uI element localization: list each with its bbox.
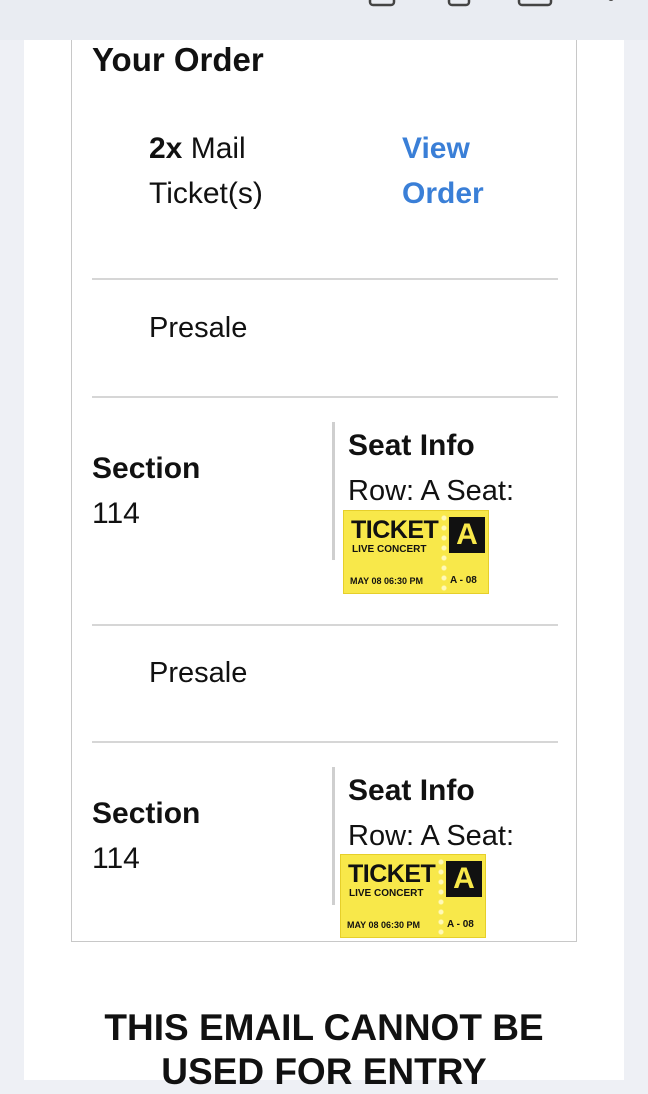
ticket-image: TICKET LIVE CONCERT A MAY 08 06:30 PM A … xyxy=(343,510,489,594)
divider xyxy=(92,741,558,743)
archive-icon[interactable] xyxy=(368,0,396,8)
section-value: 114 xyxy=(92,497,140,530)
seat-row-text: Row: A Seat: xyxy=(348,475,515,507)
seat-info-title: Seat Info xyxy=(348,429,475,462)
entry-notice-line-2: USED FOR ENTRY xyxy=(161,1051,487,1092)
app-top-bar xyxy=(0,0,648,40)
view-order-link[interactable]: View Order xyxy=(402,126,512,216)
price-type-label: Presale xyxy=(149,657,248,689)
section-label: Section xyxy=(92,797,201,830)
ticket-seat-code: A - 08 xyxy=(447,919,474,930)
delete-icon[interactable] xyxy=(446,0,472,8)
entry-notice: THIS EMAIL CANNOT BE USED FOR ENTRY xyxy=(0,1006,648,1094)
divider xyxy=(92,278,558,280)
ticket-word: TICKET xyxy=(351,516,439,544)
ticket-letter: A xyxy=(446,861,482,897)
back-arrow-icon[interactable] xyxy=(30,0,50,8)
column-divider xyxy=(332,767,335,905)
section-value: 114 xyxy=(92,842,140,875)
ticket-date: MAY 08 06:30 PM xyxy=(347,920,421,930)
ticket-subtitle: LIVE CONCERT xyxy=(352,544,427,555)
ticket-perforation xyxy=(441,513,447,593)
quantity-count: 2x xyxy=(149,132,183,165)
order-title: Your Order xyxy=(92,41,264,78)
mail-icon[interactable] xyxy=(517,0,553,8)
divider xyxy=(92,396,558,398)
ticket-perforation xyxy=(438,857,444,937)
seat-row-text: Row: A Seat: xyxy=(348,820,515,852)
section-label: Section xyxy=(92,452,201,485)
ticket-subtitle: LIVE CONCERT xyxy=(349,888,424,899)
column-divider xyxy=(332,422,335,560)
ticket-date: MAY 08 06:30 PM xyxy=(350,576,424,586)
ticket-letter: A xyxy=(449,517,485,553)
entry-notice-line-1: THIS EMAIL CANNOT BE xyxy=(104,1007,544,1048)
ticket-word: TICKET xyxy=(348,860,436,888)
ticket-seat-code: A - 08 xyxy=(450,575,477,586)
price-type-label: Presale xyxy=(149,312,248,344)
divider xyxy=(92,624,558,626)
seat-info-title: Seat Info xyxy=(348,774,475,807)
ticket-quantity: 2x Mail Ticket(s) xyxy=(149,126,349,216)
ticket-image: TICKET LIVE CONCERT A MAY 08 06:30 PM A … xyxy=(340,854,486,938)
more-icon[interactable] xyxy=(604,0,618,8)
